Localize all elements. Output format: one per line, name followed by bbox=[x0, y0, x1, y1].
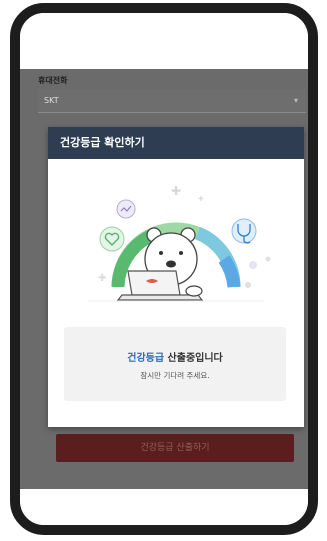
svg-text:✚: ✚ bbox=[98, 273, 106, 284]
status-highlight: 건강등급 bbox=[127, 353, 165, 364]
carrier-select[interactable]: SKT ▾ bbox=[38, 89, 306, 113]
screen: 휴대전화 SKT ▾ 건강등급 산출하기 건강등급 확인하기 ✚ ✚ ✚ 건강등… bbox=[20, 13, 308, 525]
status-message: 건강등급 산출중입니다 bbox=[64, 349, 286, 364]
modal-title: 건강등급 확인하기 bbox=[48, 127, 304, 159]
loading-illustration: ✚ ✚ ✚ bbox=[88, 184, 271, 302]
calculate-health-grade-button[interactable]: 건강등급 산출하기 bbox=[56, 434, 294, 462]
carrier-select-value: SKT bbox=[44, 96, 59, 105]
phone-frame: 휴대전화 SKT ▾ 건강등급 산출하기 건강등급 확인하기 ✚ ✚ ✚ 건강등… bbox=[10, 3, 318, 535]
status-sub-message: 잠시만 기다려 주세요. bbox=[140, 371, 210, 380]
chevron-down-icon: ▾ bbox=[293, 96, 298, 105]
status-box: 건강등급 산출중입니다 잠시만 기다려 주세요. bbox=[64, 327, 286, 401]
page-top-area bbox=[20, 13, 308, 69]
heart-icon bbox=[99, 226, 125, 252]
page-bottom-area bbox=[20, 489, 308, 525]
svg-text:✚: ✚ bbox=[171, 184, 181, 198]
carrier-label: 휴대전화 bbox=[38, 76, 68, 85]
svg-text:✚: ✚ bbox=[198, 195, 204, 203]
chart-bubble-icon bbox=[116, 199, 136, 219]
health-grade-modal: 건강등급 확인하기 ✚ ✚ ✚ 건강등급 산출중입니다 잠시만 기다려 주세요. bbox=[48, 127, 304, 427]
status-rest: 산출중입니다 bbox=[164, 353, 223, 364]
